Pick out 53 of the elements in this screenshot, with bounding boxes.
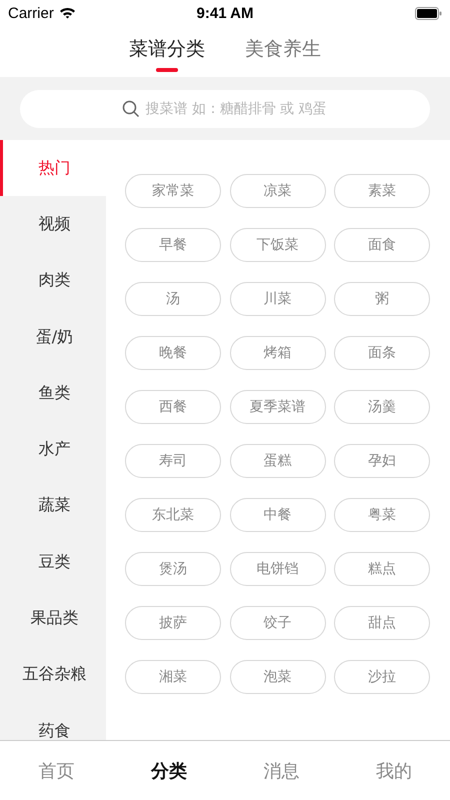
recipe-tag[interactable]: 披萨 (125, 606, 221, 640)
battery-icon (415, 6, 442, 20)
recipe-tag[interactable]: 东北菜 (125, 498, 221, 532)
recipe-tag[interactable]: 汤 (125, 282, 221, 316)
recipe-tag[interactable]: 下饭菜 (230, 228, 326, 262)
sidebar-item[interactable]: 五谷杂粮 (0, 646, 106, 703)
sidebar-item[interactable]: 豆类 (0, 534, 106, 590)
sidebar-item[interactable]: 鱼类 (0, 365, 106, 422)
recipe-tag[interactable]: 面条 (334, 336, 430, 370)
sidebar-item[interactable]: 水产 (0, 421, 106, 478)
recipe-tag[interactable]: 西餐 (125, 390, 221, 424)
recipe-tag[interactable]: 汤羹 (334, 390, 430, 424)
recipe-tag[interactable]: 泡菜 (230, 660, 326, 694)
category-tab[interactable]: 菜谱分类 (129, 36, 205, 72)
recipe-tag[interactable]: 中餐 (230, 498, 326, 532)
nav-tab[interactable]: 消息 (225, 759, 338, 783)
recipe-tag[interactable]: 沙拉 (334, 660, 430, 694)
recipe-tag[interactable]: 湘菜 (125, 660, 221, 694)
sidebar-item[interactable]: 蔬菜 (0, 478, 106, 534)
recipe-tag[interactable]: 粥 (334, 282, 430, 316)
sidebar-item[interactable]: 视频 (0, 196, 106, 253)
recipe-tag[interactable]: 面食 (334, 228, 430, 262)
sidebar-item[interactable]: 肉类 (0, 252, 106, 309)
recipe-tag[interactable]: 糕点 (334, 552, 430, 586)
recipe-tag[interactable]: 煲汤 (125, 552, 221, 586)
recipe-tag[interactable]: 素菜 (334, 174, 430, 208)
status-time: 9:41 AM (196, 4, 254, 22)
wifi-icon (58, 7, 76, 19)
recipe-tag[interactable]: 蛋糕 (230, 444, 326, 478)
sidebar-item[interactable]: 蛋/奶 (0, 308, 106, 366)
recipe-tag[interactable]: 甜点 (334, 606, 430, 640)
sidebar-item[interactable]: 果品类 (0, 590, 106, 647)
search-icon (122, 100, 140, 118)
sidebar-item[interactable]: 热门 (0, 140, 106, 196)
nav-tab[interactable]: 我的 (338, 759, 450, 783)
nav-tab[interactable]: 首页 (0, 759, 112, 783)
recipe-tag[interactable]: 寿司 (125, 444, 221, 478)
search-field[interactable]: 搜菜谱 如：糖醋排骨 或 鸡蛋 (20, 90, 430, 128)
carrier-label: Carrier (8, 4, 54, 22)
recipe-tag[interactable]: 烤箱 (230, 336, 326, 370)
recipe-tag[interactable]: 电饼铛 (230, 552, 326, 586)
recipe-tag[interactable]: 晚餐 (125, 336, 221, 370)
recipe-tag[interactable]: 孕妇 (334, 444, 430, 478)
nav-tab[interactable]: 分类 (112, 759, 225, 783)
recipe-tag[interactable]: 夏季菜谱 (230, 390, 326, 424)
recipe-tag[interactable]: 早餐 (125, 228, 221, 262)
recipe-tag[interactable]: 川菜 (230, 282, 326, 316)
recipe-tag[interactable]: 粤菜 (334, 498, 430, 532)
sidebar-item[interactable]: 药食 (0, 702, 106, 740)
recipe-tag[interactable]: 饺子 (230, 606, 326, 640)
category-tab[interactable]: 美食养生 (245, 36, 321, 72)
recipe-tag[interactable]: 凉菜 (230, 174, 326, 208)
recipe-tag[interactable]: 家常菜 (125, 174, 221, 208)
